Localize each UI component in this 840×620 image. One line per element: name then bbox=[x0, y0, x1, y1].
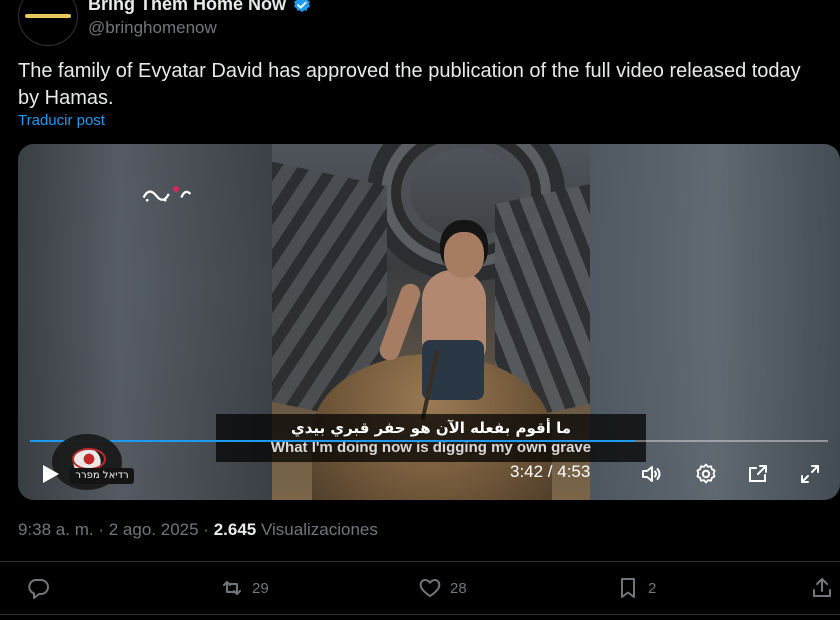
tweet-time[interactable]: 9:38 a. m. bbox=[18, 520, 94, 539]
bookmark-button[interactable]: 2 bbox=[616, 576, 656, 600]
person-head bbox=[444, 232, 484, 278]
bookmark-count: 2 bbox=[648, 579, 657, 597]
author-avatar[interactable] bbox=[18, 0, 78, 46]
video-player[interactable]: ما أقوم بفعله الآن هو حفر قبري بيدي What… bbox=[18, 144, 840, 500]
meta-separator: · bbox=[98, 520, 105, 539]
action-bar: 29 28 2 bbox=[0, 570, 840, 610]
settings-icon[interactable] bbox=[694, 462, 718, 486]
translate-post-link[interactable]: Traducir post bbox=[18, 112, 105, 129]
like-button[interactable]: 28 bbox=[418, 576, 467, 600]
repost-icon bbox=[223, 581, 241, 595]
heart-icon bbox=[419, 579, 441, 597]
avatar-ribbon-graphic bbox=[25, 14, 71, 18]
divider bbox=[0, 614, 840, 615]
video-progress-fill bbox=[30, 440, 635, 442]
tweet-text: The family of Evyatar David has approved… bbox=[18, 60, 801, 109]
subtitle-arabic: ما أقوم بفعله الآن هو حفر قبري بيدي bbox=[291, 419, 571, 437]
share-button[interactable] bbox=[810, 576, 834, 600]
repost-button[interactable]: 29 bbox=[220, 576, 269, 600]
views-count: 2.645 bbox=[213, 520, 257, 539]
views-label: Visualizaciones bbox=[260, 520, 378, 539]
divider bbox=[0, 561, 840, 562]
channel-logo-graphic bbox=[142, 185, 192, 202]
bookmark-icon bbox=[621, 578, 635, 598]
channel-logo bbox=[140, 182, 194, 204]
reply-icon bbox=[28, 579, 49, 599]
repost-count: 29 bbox=[252, 579, 269, 597]
author-name-row[interactable]: Bring Them Home Now bbox=[88, 0, 312, 15]
fullscreen-icon[interactable] bbox=[798, 462, 822, 486]
volume-icon[interactable] bbox=[640, 462, 664, 486]
video-controls: 3:42 / 4:53 bbox=[18, 450, 840, 500]
video-progress-bar[interactable] bbox=[30, 440, 828, 442]
reply-button[interactable] bbox=[26, 576, 58, 600]
pip-icon[interactable] bbox=[746, 462, 770, 486]
share-icon bbox=[813, 578, 831, 597]
tweet-date[interactable]: 2 ago. 2025 bbox=[109, 520, 199, 539]
tweet-meta: 9:38 a. m. · 2 ago. 2025 · 2.645 Visuali… bbox=[18, 520, 378, 540]
play-icon[interactable] bbox=[38, 462, 62, 486]
like-count: 28 bbox=[450, 579, 467, 597]
author-handle[interactable]: @bringhomenow bbox=[88, 18, 217, 38]
meta-separator: · bbox=[203, 520, 209, 539]
verified-badge-icon bbox=[294, 0, 310, 12]
author-display-name[interactable]: Bring Them Home Now bbox=[88, 0, 286, 15]
video-time: 3:42 / 4:53 bbox=[510, 462, 591, 481]
